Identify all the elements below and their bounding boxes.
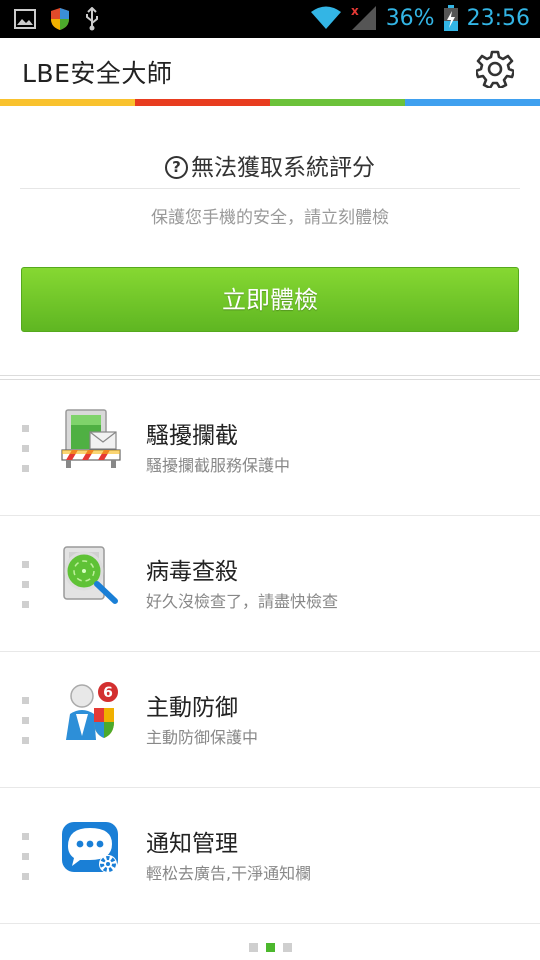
status-bar: x 36% 23:56 xyxy=(0,0,540,38)
feature-title: 通知管理 xyxy=(146,831,238,857)
wifi-icon xyxy=(310,6,341,29)
battery-icon xyxy=(443,5,458,31)
battery-percent: 36% xyxy=(385,5,435,31)
feature-subtitle: 好久沒檢查了，請盡快檢查 xyxy=(146,592,339,611)
notification-manager-icon xyxy=(62,822,118,873)
harassment-block-icon xyxy=(61,409,121,468)
badge-count: 6 xyxy=(103,685,113,701)
feature-title: 主動防御 xyxy=(146,695,238,721)
divider xyxy=(20,188,520,189)
virus-scan-icon xyxy=(63,546,118,604)
svg-text:x: x xyxy=(351,4,359,18)
page-dot-active[interactable] xyxy=(265,943,275,952)
feature-item-harassment-block[interactable]: 騷擾攔截 騷擾攔截服務保護中 xyxy=(0,380,540,516)
feature-item-notification-manager[interactable]: 通知管理 輕松去廣告,干淨通知欄 xyxy=(0,788,540,924)
drag-handle[interactable] xyxy=(22,697,30,757)
feature-subtitle: 騷擾攔截服務保護中 xyxy=(146,456,291,475)
image-icon xyxy=(14,9,36,29)
drag-handle[interactable] xyxy=(22,425,30,485)
app-header: LBE安全大師 xyxy=(0,38,540,100)
question-icon: ? xyxy=(165,156,188,179)
page-dot[interactable] xyxy=(248,943,258,952)
drag-handle[interactable] xyxy=(22,833,30,893)
score-title: ? 無法獲取系統評分 xyxy=(0,148,540,182)
signal-icon: x xyxy=(351,4,376,30)
divider xyxy=(0,923,540,924)
check-now-button[interactable]: 立即體檢 xyxy=(21,267,519,332)
feature-item-virus-scan[interactable]: 病毒查殺 好久沒檢查了，請盡快檢查 xyxy=(0,516,540,652)
score-title-text: 無法獲取系統評分 xyxy=(191,155,375,181)
active-defense-icon: 6 xyxy=(66,680,120,740)
app-title: LBE安全大師 xyxy=(22,59,173,88)
divider xyxy=(0,375,540,376)
clock: 23:56 xyxy=(466,5,530,31)
page-indicator xyxy=(0,937,540,956)
usb-icon xyxy=(86,7,98,31)
feature-subtitle: 輕松去廣告,干淨通知欄 xyxy=(146,864,312,883)
feature-subtitle: 主動防御保護中 xyxy=(146,728,259,747)
page-dot[interactable] xyxy=(282,943,292,952)
accent-color-bar xyxy=(0,99,540,106)
shield-icon xyxy=(51,8,69,30)
feature-title: 病毒查殺 xyxy=(146,559,238,585)
gear-icon[interactable] xyxy=(476,50,514,88)
feature-item-active-defense[interactable]: 6 主動防御 主動防御保護中 xyxy=(0,652,540,788)
score-subtitle: 保護您手機的安全，請立刻體檢 xyxy=(151,208,389,228)
drag-handle[interactable] xyxy=(22,561,30,621)
feature-title: 騷擾攔截 xyxy=(146,423,238,449)
